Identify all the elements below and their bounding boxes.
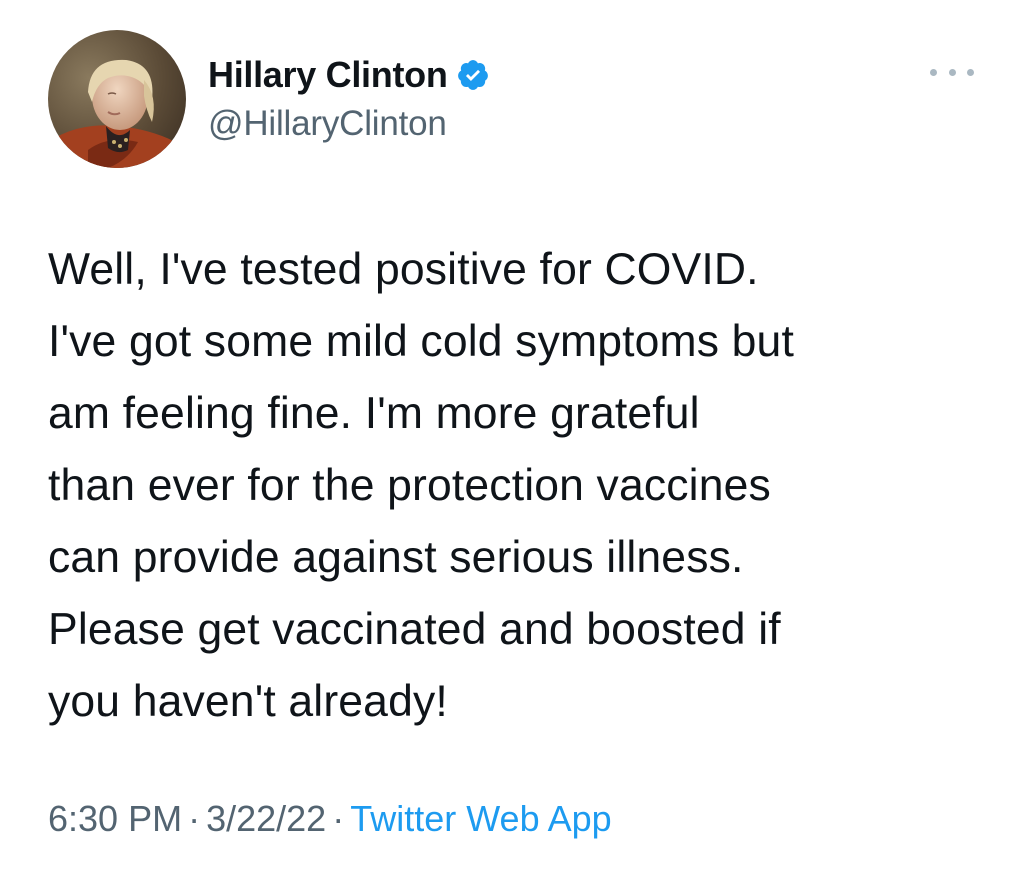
tweet-text-line: I've got some mild cold symptoms but <box>48 317 794 366</box>
tweet-time[interactable]: 6:30 PM <box>48 798 182 839</box>
tweet-text-line: you haven't already! <box>48 677 448 726</box>
more-dot <box>967 68 974 76</box>
author-name-row: Hillary Clinton <box>208 54 490 96</box>
meta-separator: · <box>188 798 201 839</box>
tweet-text-line: Please get vaccinated and boosted if <box>48 605 781 654</box>
more-options-icon[interactable] <box>930 60 974 84</box>
tweet-metadata: 6:30 PM · 3/22/22 · Twitter Web App <box>48 798 612 840</box>
avatar-photo <box>48 30 186 168</box>
avatar[interactable] <box>48 30 186 168</box>
tweet-card: Hillary Clinton @HillaryClinton Well, I'… <box>0 0 1024 876</box>
tweet-date[interactable]: 3/22/22 <box>206 798 326 839</box>
more-dot <box>930 68 937 76</box>
tweet-text-line: than ever for the protection vaccines <box>48 461 771 510</box>
tweet-text-line: Well, I've tested positive for COVID. <box>48 245 759 294</box>
verified-badge-icon <box>456 58 490 92</box>
author-display-name[interactable]: Hillary Clinton <box>208 54 448 96</box>
author-handle[interactable]: @HillaryClinton <box>208 104 447 144</box>
tweet-source-link[interactable]: Twitter Web App <box>350 798 611 839</box>
meta-separator: · <box>332 798 345 839</box>
tweet-text-line: can provide against serious illness. <box>48 533 744 582</box>
tweet-text-line: am feeling fine. I'm more grateful <box>48 389 700 438</box>
more-dot <box>948 68 956 76</box>
tweet-text: Well, I've tested positive for COVID. I'… <box>48 234 988 738</box>
